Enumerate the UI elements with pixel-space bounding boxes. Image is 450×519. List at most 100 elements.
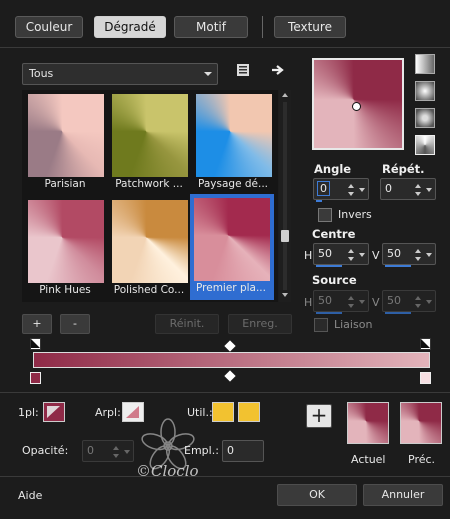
arrow-right-icon[interactable] [270,63,286,77]
style-linear-button[interactable] [415,54,435,74]
center-v-slider[interactable] [385,265,411,267]
util-swatch-secondary[interactable] [238,402,260,422]
start-stop-marker[interactable] [30,338,41,350]
repeat-spinner[interactable]: 0 [380,178,436,200]
current-swatch[interactable] [347,402,389,444]
thumbnail-label: Parisian [44,178,86,190]
opacity-label: Opacité: [22,444,69,457]
background-plane-label: Arpl: [95,406,121,419]
help-link[interactable]: Aide [18,489,42,502]
invert-checkbox[interactable] [318,208,332,222]
first-plane-label: 1pl: [18,406,39,419]
spin-down-icon[interactable] [415,257,421,261]
style-rectangular-button[interactable] [415,108,435,128]
scroll-thumb[interactable] [281,230,289,242]
tab-couleur[interactable]: Couleur [15,16,83,38]
ok-button[interactable]: OK [277,484,357,506]
thumbnail-scrollbar[interactable] [279,90,291,302]
thumbnail-premier-plan[interactable]: Premier pla... [190,194,274,300]
opacity-spinner[interactable]: 0 [82,440,134,462]
angle-slider[interactable] [316,200,322,202]
spin-down-icon[interactable] [113,454,119,458]
thumbnail-patchwork[interactable]: Patchwork ... [108,90,190,193]
opacity-midpoint-marker[interactable] [224,370,236,382]
first-plane-swatch[interactable] [43,402,65,422]
spin-down-icon[interactable] [415,304,421,308]
center-v-value[interactable]: 50 [387,247,401,260]
thumbnail-parisian[interactable]: Parisian [24,90,106,193]
preset-select[interactable]: Tous [22,63,218,85]
tab-degrade[interactable]: Dégradé [94,16,166,38]
cancel-button[interactable]: Annuler [363,484,443,506]
thumbnail-image [28,200,104,283]
chevron-down-icon[interactable] [426,300,432,304]
source-v-spinner[interactable]: 50 [382,290,436,314]
source-h-slider[interactable] [316,312,342,314]
angle-spinner[interactable]: 0 [313,178,369,202]
scroll-up-icon[interactable] [282,93,288,97]
chevron-down-icon[interactable] [359,253,365,257]
source-label: Source [312,273,357,287]
source-v-slider[interactable] [385,312,411,314]
spin-up-icon[interactable] [415,296,421,300]
util-swatch-primary[interactable] [212,402,234,422]
preset-select-value: Tous [29,67,54,80]
gradient-bar[interactable] [33,352,430,368]
spin-down-icon[interactable] [348,257,354,261]
midpoint-marker[interactable] [224,340,236,352]
reset-button[interactable]: Réinit. [155,314,219,334]
center-h-spinner[interactable]: 50 [313,243,369,267]
add-button[interactable]: + [22,314,52,334]
previous-swatch[interactable] [400,402,442,444]
spin-up-icon[interactable] [348,184,354,188]
style-sunburst-button[interactable] [415,135,435,155]
end-stop-marker[interactable] [420,338,431,350]
scroll-track[interactable] [283,102,287,290]
center-handle[interactable] [352,102,361,111]
end-color-stop[interactable] [420,372,431,384]
chevron-down-icon[interactable] [426,253,432,257]
remove-button[interactable]: - [60,314,90,334]
thumbnail-label: Patchwork ... [115,178,183,190]
spin-up-icon[interactable] [348,296,354,300]
tab-texture[interactable]: Texture [274,16,346,38]
thumbnail-polished[interactable]: Polished Co... [108,196,190,299]
opacity-value[interactable]: 0 [87,444,94,457]
thumbnail-image [112,94,188,177]
chevron-down-icon[interactable] [426,188,432,192]
save-button[interactable]: Enreg. [228,314,292,334]
angle-value[interactable]: 0 [317,181,330,196]
tab-separator [262,16,263,38]
source-h-spinner[interactable]: 50 [313,290,369,314]
spin-down-icon[interactable] [348,192,354,196]
start-color-stop[interactable] [30,372,41,384]
spin-up-icon[interactable] [348,249,354,253]
link-checkbox[interactable] [314,318,328,332]
center-h-slider[interactable] [316,265,342,267]
list-view-icon[interactable] [236,63,250,77]
scroll-down-icon[interactable] [282,293,288,297]
spin-down-icon[interactable] [348,304,354,308]
tab-motif[interactable]: Motif [174,16,248,38]
spin-up-icon[interactable] [415,184,421,188]
center-v-spinner[interactable]: 50 [382,243,436,267]
center-h-value[interactable]: 50 [318,247,332,260]
add-to-palette-button[interactable]: + [306,404,332,428]
source-h-value[interactable]: 50 [318,294,332,307]
location-value[interactable]: 0 [227,444,234,457]
spin-up-icon[interactable] [415,249,421,253]
thumbnail-pink-hues[interactable]: Pink Hues [24,196,106,299]
location-field[interactable]: 0 [222,440,264,462]
source-v-value[interactable]: 50 [387,294,401,307]
chevron-down-icon[interactable] [359,188,365,192]
spin-down-icon[interactable] [415,192,421,196]
thumbnail-image [28,94,104,177]
gradient-preview[interactable] [312,58,404,150]
repeat-value[interactable]: 0 [385,182,392,195]
spin-up-icon[interactable] [113,446,119,450]
thumbnail-paysage[interactable]: Paysage dé... [192,90,274,193]
style-radial-button[interactable] [415,81,435,101]
repeat-label: Répét. [382,162,425,176]
thumbnail-label: Polished Co... [113,284,185,296]
chevron-down-icon[interactable] [359,300,365,304]
